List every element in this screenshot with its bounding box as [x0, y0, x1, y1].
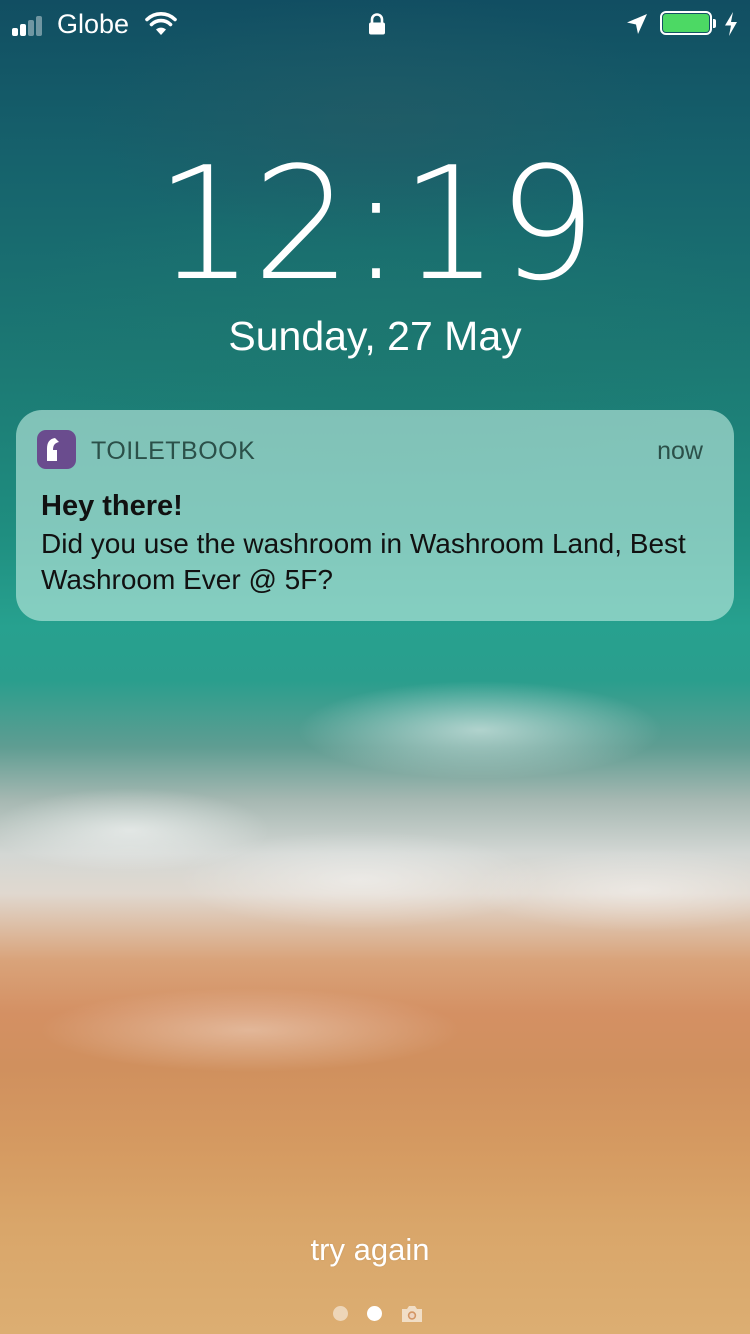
quote-mark-icon [47, 438, 59, 461]
notification-card[interactable]: TOILETBOOK now Hey there! Did you use th… [16, 410, 734, 621]
carrier-name: Globe [57, 9, 130, 39]
notification-timestamp: now [657, 437, 703, 465]
lock-icon [369, 13, 385, 35]
unlock-hint: try again [310, 1232, 430, 1267]
battery-icon [660, 11, 716, 37]
notification-title: Hey there! [41, 490, 183, 522]
page-dot[interactable] [333, 1306, 348, 1321]
status-bar: Globe [0, 0, 750, 50]
page-indicator[interactable] [330, 1302, 430, 1326]
notification-body: Did you use the washroom in Washroom Lan… [41, 528, 686, 595]
wifi-icon [145, 12, 177, 35]
page-dot[interactable] [367, 1306, 382, 1321]
signal-strength-icon [12, 14, 52, 36]
wave-foam [0, 640, 750, 1110]
notification-app-name: TOILETBOOK [91, 437, 256, 465]
camera-icon[interactable] [400, 1304, 424, 1323]
location-arrow-icon [627, 14, 647, 34]
charging-bolt-icon [725, 12, 737, 36]
battery-level-fill [663, 14, 709, 32]
lock-screen-clock: 12:19 [155, 133, 597, 315]
app-icon [37, 430, 76, 469]
lock-screen-date: Sunday, 27 May [228, 313, 522, 359]
